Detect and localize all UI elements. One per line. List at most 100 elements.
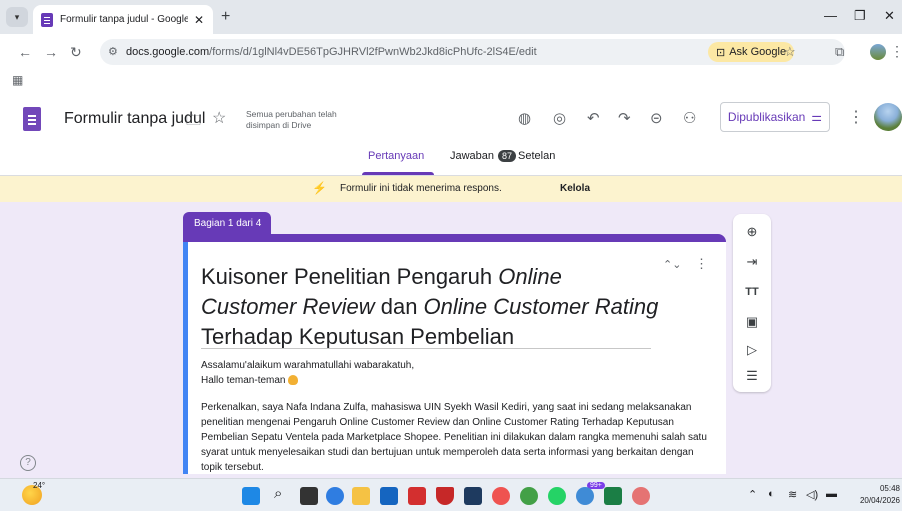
publish-settings-icon: ⚌ — [811, 110, 823, 124]
address-bar-row: ← → ↻ ⚙ docs.google.com/forms/d/1glNl4vD… — [0, 34, 902, 70]
form-description[interactable]: Assalamu'alaikum warahmatullahi wabaraka… — [201, 358, 713, 474]
more-options-icon[interactable]: ⋮ — [848, 107, 864, 127]
restore-icon[interactable]: ❐ — [854, 8, 866, 24]
forms-logo-icon[interactable] — [23, 107, 41, 131]
forms-header: Formulir tanpa judul 🗀 ☆ Semua perubahan… — [0, 90, 902, 176]
section-more-icon[interactable]: ⋮ — [695, 256, 708, 272]
store-icon[interactable] — [380, 487, 398, 505]
import-questions-icon[interactable]: ⇥ — [744, 254, 760, 270]
window-close-icon[interactable]: ✕ — [884, 8, 895, 24]
form-tabs: Pertanyaan Jawaban 87 Setelan — [0, 146, 902, 176]
tray-chevron-icon[interactable]: ⌃ — [748, 488, 757, 501]
minimize-icon[interactable]: — — [824, 8, 837, 23]
app-l-icon[interactable] — [408, 487, 426, 505]
add-collaborator-icon[interactable]: ⚇ — [683, 109, 696, 127]
active-tab-indicator — [362, 172, 434, 175]
card-focus-indicator — [183, 242, 188, 474]
site-info-icon[interactable]: ⚙ — [108, 45, 118, 58]
volume-icon[interactable]: ◁) — [806, 488, 818, 501]
form-title[interactable]: Formulir tanpa judul — [64, 110, 205, 128]
avatar[interactable] — [874, 103, 902, 131]
redo-icon[interactable]: ↷ — [618, 109, 631, 127]
form-heading[interactable]: Kuisoner Penelitian Pengaruh Online Custo… — [201, 262, 671, 352]
tab-settings[interactable]: Setelan — [518, 150, 555, 162]
browser-menu-icon[interactable]: ⋮ — [890, 43, 902, 60]
ask-google-icon: ⊡ — [716, 46, 726, 59]
tab-title: Formulir tanpa judul - Google F — [60, 14, 188, 25]
responses-off-icon: ⚡ — [312, 181, 327, 195]
omnibox[interactable]: ⚙ docs.google.com/forms/d/1glNl4vDE56TpG… — [100, 39, 845, 65]
add-question-icon[interactable]: ⊕ — [744, 224, 760, 240]
intro-paragraph: Perkenalkan, saya Nafa Indana Zulfa, mah… — [201, 402, 707, 473]
tab-responses[interactable]: Jawaban 87 — [450, 150, 517, 162]
search-icon[interactable]: ⌕ — [274, 485, 282, 502]
help-icon[interactable]: ? — [20, 455, 36, 471]
weather-temperature: 24° — [33, 481, 46, 490]
apps-grid-icon[interactable]: ▦ — [12, 73, 23, 87]
ask-google-button[interactable]: ⊡ Ask Google — [708, 42, 795, 62]
manage-link[interactable]: Kelola — [560, 183, 590, 194]
app-round-icon[interactable] — [520, 487, 538, 505]
bookmark-star-icon[interactable]: ☆ — [784, 44, 796, 60]
banner-text: Formulir ini tidak menerima respons. — [340, 183, 502, 194]
greeting-line-1: Assalamu'alaikum warahmatullahi wabaraka… — [201, 360, 415, 371]
tab-close-icon[interactable]: ✕ — [194, 13, 204, 27]
forms-favicon-icon — [41, 12, 53, 27]
reload-icon[interactable]: ↻ — [70, 44, 82, 61]
star-icon[interactable]: ☆ — [212, 108, 226, 128]
start-icon[interactable] — [242, 487, 260, 505]
add-title-icon[interactable]: TT — [744, 284, 760, 300]
new-tab-icon[interactable]: + — [221, 8, 230, 26]
extensions-icon[interactable]: ⧉ — [835, 44, 844, 60]
tray-app-icon[interactable]: ◐ — [768, 488, 775, 500]
browser-profile-avatar[interactable] — [870, 44, 886, 60]
link-icon[interactable]: ⊝ — [650, 109, 663, 127]
browser-tab[interactable]: Formulir tanpa judul - Google F ✕ — [33, 5, 213, 34]
not-accepting-responses-banner: ⚡ Formulir ini tidak menerima respons. K… — [0, 176, 902, 202]
copilot-icon[interactable] — [326, 487, 344, 505]
form-title-card[interactable]: ⌃⌄ ⋮ Kuisoner Penelitian Pengaruh Online… — [183, 234, 726, 474]
add-video-icon[interactable]: ▷ — [744, 342, 760, 358]
tab-responses-label: Jawaban — [450, 150, 495, 162]
undo-icon[interactable]: ↶ — [587, 109, 600, 127]
folder-icon[interactable]: 🗀 — [186, 110, 201, 135]
heading-part-2: Online — [498, 264, 562, 289]
preview-eye-icon[interactable]: ◎ — [553, 109, 566, 127]
whatsapp-icon[interactable] — [548, 487, 566, 505]
chrome-icon[interactable] — [492, 487, 510, 505]
clock-date: 20/04/2026 — [859, 496, 900, 505]
edge-icon[interactable] — [576, 487, 594, 505]
publish-button[interactable]: Dipublikasikan ⚌ — [720, 102, 830, 132]
greeting-line-2-row: Hallo teman-teman — [201, 373, 713, 388]
file-explorer-icon[interactable] — [352, 487, 370, 505]
task-view-icon[interactable] — [300, 487, 318, 505]
chrome-active-icon[interactable] — [632, 487, 650, 505]
add-image-icon[interactable]: ▣ — [744, 314, 760, 330]
tab-questions[interactable]: Pertanyaan — [368, 150, 424, 162]
url-path: /forms/d/1glNl4vDE56TpGJHRVl2fPwnWb2Jkd8… — [209, 46, 537, 58]
dropbox-icon[interactable] — [464, 487, 482, 505]
heading-part-4: dan — [374, 294, 424, 319]
section-label: Bagian 1 dari 4 — [183, 212, 271, 236]
add-section-icon[interactable]: ☰ — [744, 368, 760, 384]
battery-icon[interactable]: ▬ — [826, 488, 837, 500]
heading-part-5: Online Customer Rating — [423, 294, 659, 319]
tab-search-button[interactable]: ▾ — [6, 7, 28, 27]
palette-icon[interactable]: ◍ — [518, 109, 531, 127]
url-host: docs.google.com — [126, 46, 210, 58]
excel-icon[interactable] — [604, 487, 622, 505]
url-text[interactable]: docs.google.com/forms/d/1glNl4vDE56TpGJH… — [126, 46, 537, 58]
clock-time: 05:48 — [879, 484, 900, 493]
taskbar: 24° ⌕ 99+ ⌃ ◐ ≋ ◁) ▬ 05:48 20/04/2026 — [0, 478, 902, 511]
publish-label: Dipublikasikan — [727, 110, 806, 124]
ask-google-label: Ask Google — [729, 46, 787, 58]
forward-icon[interactable]: → — [44, 44, 58, 60]
heading-part-3: Customer Review — [201, 294, 375, 319]
back-icon[interactable]: ← — [18, 44, 32, 60]
heading-underline — [201, 348, 651, 349]
clock[interactable]: 05:48 20/04/2026 — [850, 483, 900, 507]
browser-tab-bar: ▾ Formulir tanpa judul - Google F ✕ + — … — [0, 0, 902, 34]
response-count-badge: 87 — [498, 150, 517, 162]
app-u-icon[interactable] — [436, 487, 454, 505]
wifi-icon[interactable]: ≋ — [788, 488, 797, 501]
